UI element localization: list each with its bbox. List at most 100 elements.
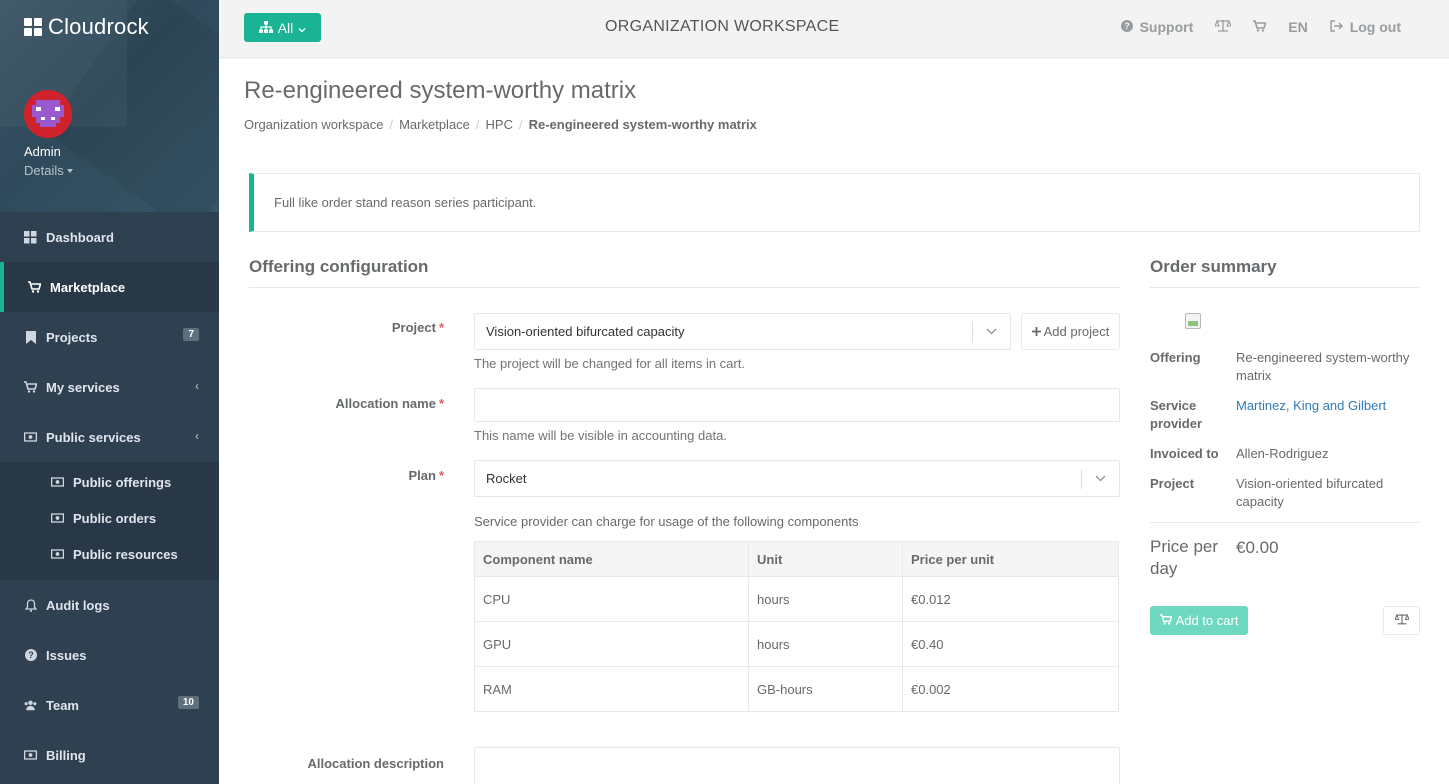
question-circle-icon: ? <box>1120 19 1133 35</box>
language-label: EN <box>1288 19 1308 35</box>
caret-down-icon <box>66 168 73 173</box>
sidebar-item-label: Public services <box>46 429 141 445</box>
select-divider <box>972 322 973 342</box>
component-price: €0.40 <box>902 621 1119 667</box>
breadcrumb-item[interactable]: Marketplace <box>399 117 470 132</box>
logout-label: Log out <box>1349 19 1401 35</box>
breadcrumb-item[interactable]: HPC <box>486 117 513 132</box>
plan-label-wrap: Plan * <box>249 467 444 487</box>
sidebar: Cloudrock Admin Details Dashboard Market… <box>0 0 219 784</box>
component-unit: GB-hours <box>748 666 903 712</box>
breadcrumb-separator: / <box>389 117 394 132</box>
summary-offering-value: Re-engineered system-worthy matrix <box>1236 350 1410 383</box>
workspace-filter-button[interactable]: All <box>244 13 321 42</box>
money-icon <box>51 512 64 525</box>
public-services-submenu: Public offerings Public orders Public re… <box>0 462 219 580</box>
sidebar-item-public-orders[interactable]: Public orders <box>0 500 219 536</box>
plan-label: Plan * <box>408 468 444 483</box>
project-label-wrap: Project * <box>249 319 444 339</box>
support-link[interactable]: ? Support <box>1120 19 1194 35</box>
sidebar-item-projects[interactable]: Projects 7 <box>0 312 219 362</box>
cart-icon <box>24 381 37 394</box>
chevron-left-icon: ‹ <box>195 379 199 393</box>
sidebar-item-marketplace[interactable]: Marketplace <box>0 262 219 312</box>
allocation-name-input[interactable] <box>474 388 1120 422</box>
money-icon <box>51 548 64 561</box>
summary-provider-link[interactable]: Martinez, King and Gilbert <box>1236 397 1426 415</box>
component-name: GPU <box>474 621 749 667</box>
sidebar-nav-lower: Audit logs ? Issues Team 10 Billing <box>0 580 219 780</box>
money-icon <box>24 749 37 762</box>
sidebar-item-dashboard[interactable]: Dashboard <box>0 212 219 262</box>
user-details-dropdown[interactable]: Details <box>24 163 73 178</box>
workspace-filter-label: All <box>277 19 294 36</box>
allocation-label-wrap: Allocation name * <box>249 395 444 415</box>
support-label: Support <box>1139 19 1194 35</box>
breadcrumb-separator: / <box>475 117 480 132</box>
sidebar-item-my-services[interactable]: My services ‹ <box>0 362 219 412</box>
bookmark-icon <box>24 330 37 344</box>
sidebar-item-issues[interactable]: ? Issues <box>0 630 219 680</box>
sitemap-icon <box>258 20 273 36</box>
svg-text:?: ? <box>28 650 34 660</box>
dashboard-icon <box>24 230 37 244</box>
allocation-description-label: Allocation description <box>307 756 444 771</box>
money-icon <box>51 476 64 489</box>
sidebar-item-public-offerings[interactable]: Public offerings <box>0 464 219 500</box>
table-row: RAM GB-hours €0.002 <box>474 666 1119 712</box>
allocation-name-label: Allocation name * <box>335 396 444 411</box>
component-unit: hours <box>748 576 903 622</box>
bell-icon <box>24 598 37 612</box>
compare-offering-button[interactable] <box>1383 606 1420 635</box>
summary-provider-label: Service provider <box>1150 398 1203 431</box>
sidebar-item-label: Team <box>46 697 79 713</box>
sign-out-icon <box>1329 19 1343 35</box>
chevron-down-icon <box>1095 473 1106 485</box>
component-name: RAM <box>474 666 749 712</box>
table-header: Price per unit <box>902 541 1119 577</box>
offering-configuration-title: Offering configuration <box>249 257 429 276</box>
chevron-left-icon: ‹ <box>195 429 199 443</box>
summary-project-value: Vision-oriented bifurcated capacity <box>1236 476 1384 509</box>
avatar[interactable] <box>24 90 72 138</box>
price-per-day-value: €0.00 <box>1236 538 1279 557</box>
user-name: Admin <box>24 144 61 159</box>
add-to-cart-button[interactable]: Add to cart <box>1150 606 1248 635</box>
chevron-down-icon <box>298 20 306 36</box>
sidebar-item-label: Public offerings <box>73 474 172 490</box>
sidebar-item-label: My services <box>46 379 120 395</box>
logout-link[interactable]: Log out <box>1329 19 1401 35</box>
add-project-button[interactable]: Add project <box>1021 313 1120 350</box>
sidebar-item-label: Dashboard <box>46 229 114 245</box>
cart-button[interactable] <box>1253 19 1267 35</box>
plan-select[interactable]: Rocket <box>474 460 1120 497</box>
compare-button[interactable] <box>1214 19 1233 35</box>
sidebar-item-team[interactable]: Team 10 <box>0 680 219 730</box>
table-header: Unit <box>748 541 903 577</box>
sidebar-item-public-services[interactable]: Public services ‹ <box>0 412 219 462</box>
sidebar-item-public-resources[interactable]: Public resources <box>0 536 219 572</box>
brand-grid-icon <box>24 18 42 36</box>
sidebar-item-audit-logs[interactable]: Audit logs <box>0 580 219 630</box>
alert-text: Full like order stand reason series part… <box>274 195 537 210</box>
sidebar-item-label: Public resources <box>73 546 178 562</box>
brand-logo[interactable]: Cloudrock <box>24 14 149 40</box>
breadcrumb-item[interactable]: Organization workspace <box>244 117 383 132</box>
project-help-text: The project will be changed for all item… <box>474 356 745 371</box>
allocation-description-input[interactable] <box>474 747 1120 784</box>
offering-description-alert: Full like order stand reason series part… <box>249 173 1420 232</box>
add-to-cart-label: Add to cart <box>1175 613 1239 628</box>
language-selector[interactable]: EN <box>1288 19 1307 35</box>
table-row: CPU hours €0.012 <box>474 576 1119 622</box>
project-select[interactable]: Vision-oriented bifurcated capacity <box>474 313 1011 350</box>
team-count-badge: 10 <box>177 696 199 709</box>
balance-scale-icon <box>1393 613 1410 628</box>
chevron-down-icon <box>986 326 997 338</box>
select-divider <box>1081 469 1082 489</box>
plan-select-value: Rocket <box>486 471 527 486</box>
sidebar-nav: Dashboard Marketplace Projects 7 My serv… <box>0 212 219 462</box>
component-price: €0.012 <box>902 576 1119 622</box>
sidebar-item-label: Billing <box>46 747 86 763</box>
sidebar-header: Cloudrock Admin Details <box>0 0 219 212</box>
sidebar-item-billing[interactable]: Billing <box>0 730 219 780</box>
